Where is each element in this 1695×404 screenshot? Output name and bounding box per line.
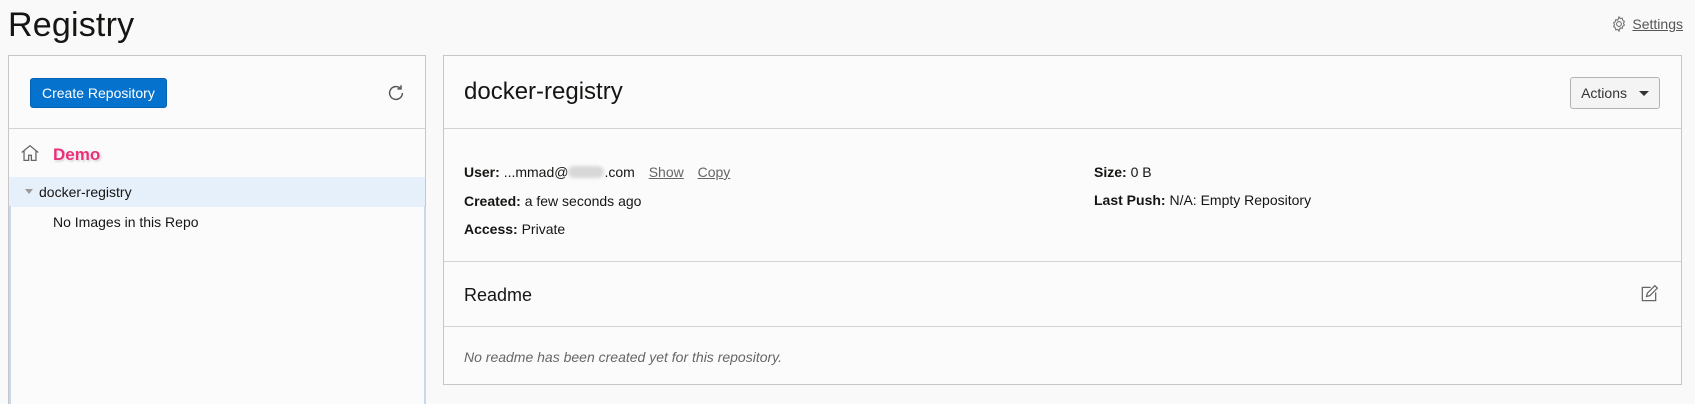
created-label: Created:	[464, 193, 521, 209]
size-row: Size: 0 B	[1094, 164, 1152, 180]
compartment-name: Demo	[53, 145, 101, 164]
copy-link[interactable]: Copy	[698, 164, 731, 180]
last-push-row: Last Push: N/A: Empty Repository	[1094, 192, 1311, 208]
redacted-blur	[568, 166, 605, 178]
caret-down-icon[interactable]	[1639, 90, 1649, 96]
settings-label[interactable]: Settings	[1632, 16, 1683, 32]
access-row: Access: Private	[464, 221, 565, 237]
created-value: a few seconds ago	[524, 193, 642, 209]
last-push-label: Last Push:	[1094, 192, 1166, 208]
page-title: Registry	[8, 6, 135, 44]
readme-header: Readme	[444, 262, 1681, 327]
repository-header: docker-registry Actions	[444, 56, 1681, 129]
tree-empty-message: No Images in this Repo	[9, 207, 425, 237]
user-value-prefix: ...mmad@	[503, 164, 569, 180]
tree-item-docker-registry[interactable]: docker-registry	[9, 177, 425, 207]
size-value: 0 B	[1130, 164, 1152, 180]
actions-label[interactable]: Actions	[1581, 85, 1627, 101]
no-images-label: No Images in this Repo	[53, 214, 199, 230]
home-icon	[21, 144, 39, 161]
edit-icon[interactable]	[1639, 284, 1659, 304]
user-value-suffix: .com	[604, 164, 635, 180]
access-label: Access:	[464, 221, 518, 237]
actions-button[interactable]: Actions	[1570, 77, 1660, 109]
chevron-down-icon[interactable]	[25, 189, 33, 194]
settings-link[interactable]: Settings	[1610, 15, 1683, 33]
refresh-icon[interactable]	[385, 82, 407, 104]
repository-detail-panel: docker-registry Actions User: ...mmad@ .c…	[443, 55, 1682, 385]
tree-toolbar: Create Repository	[9, 56, 425, 129]
last-push-value: N/A: Empty Repository	[1169, 192, 1312, 208]
readme-empty-message: No readme has been created yet for this …	[464, 349, 783, 365]
readme-body: No readme has been created yet for this …	[444, 327, 1681, 387]
user-row: User: ...mmad@ .com Show Copy	[464, 164, 730, 180]
show-link[interactable]: Show	[649, 164, 684, 180]
tree-guide-left	[9, 206, 11, 404]
access-value: Private	[521, 221, 566, 237]
user-label: User:	[464, 164, 500, 180]
size-label: Size:	[1094, 164, 1127, 180]
tree-guide-right	[424, 206, 426, 404]
repository-details: User: ...mmad@ .com Show Copy Created: a …	[444, 129, 1681, 262]
created-row: Created: a few seconds ago	[464, 193, 641, 209]
compartment-node[interactable]: Demo	[9, 129, 425, 177]
repository-tree-panel: Create Repository Demo docker-registry N…	[8, 55, 426, 404]
registry-page: Registry Settings Create Repository Demo…	[0, 0, 1695, 404]
repository-title: docker-registry	[464, 78, 623, 105]
readme-title: Readme	[464, 285, 533, 305]
create-repository-button[interactable]: Create Repository	[30, 78, 167, 108]
gear-icon	[1613, 15, 1626, 33]
tree-item-label[interactable]: docker-registry	[39, 184, 132, 200]
